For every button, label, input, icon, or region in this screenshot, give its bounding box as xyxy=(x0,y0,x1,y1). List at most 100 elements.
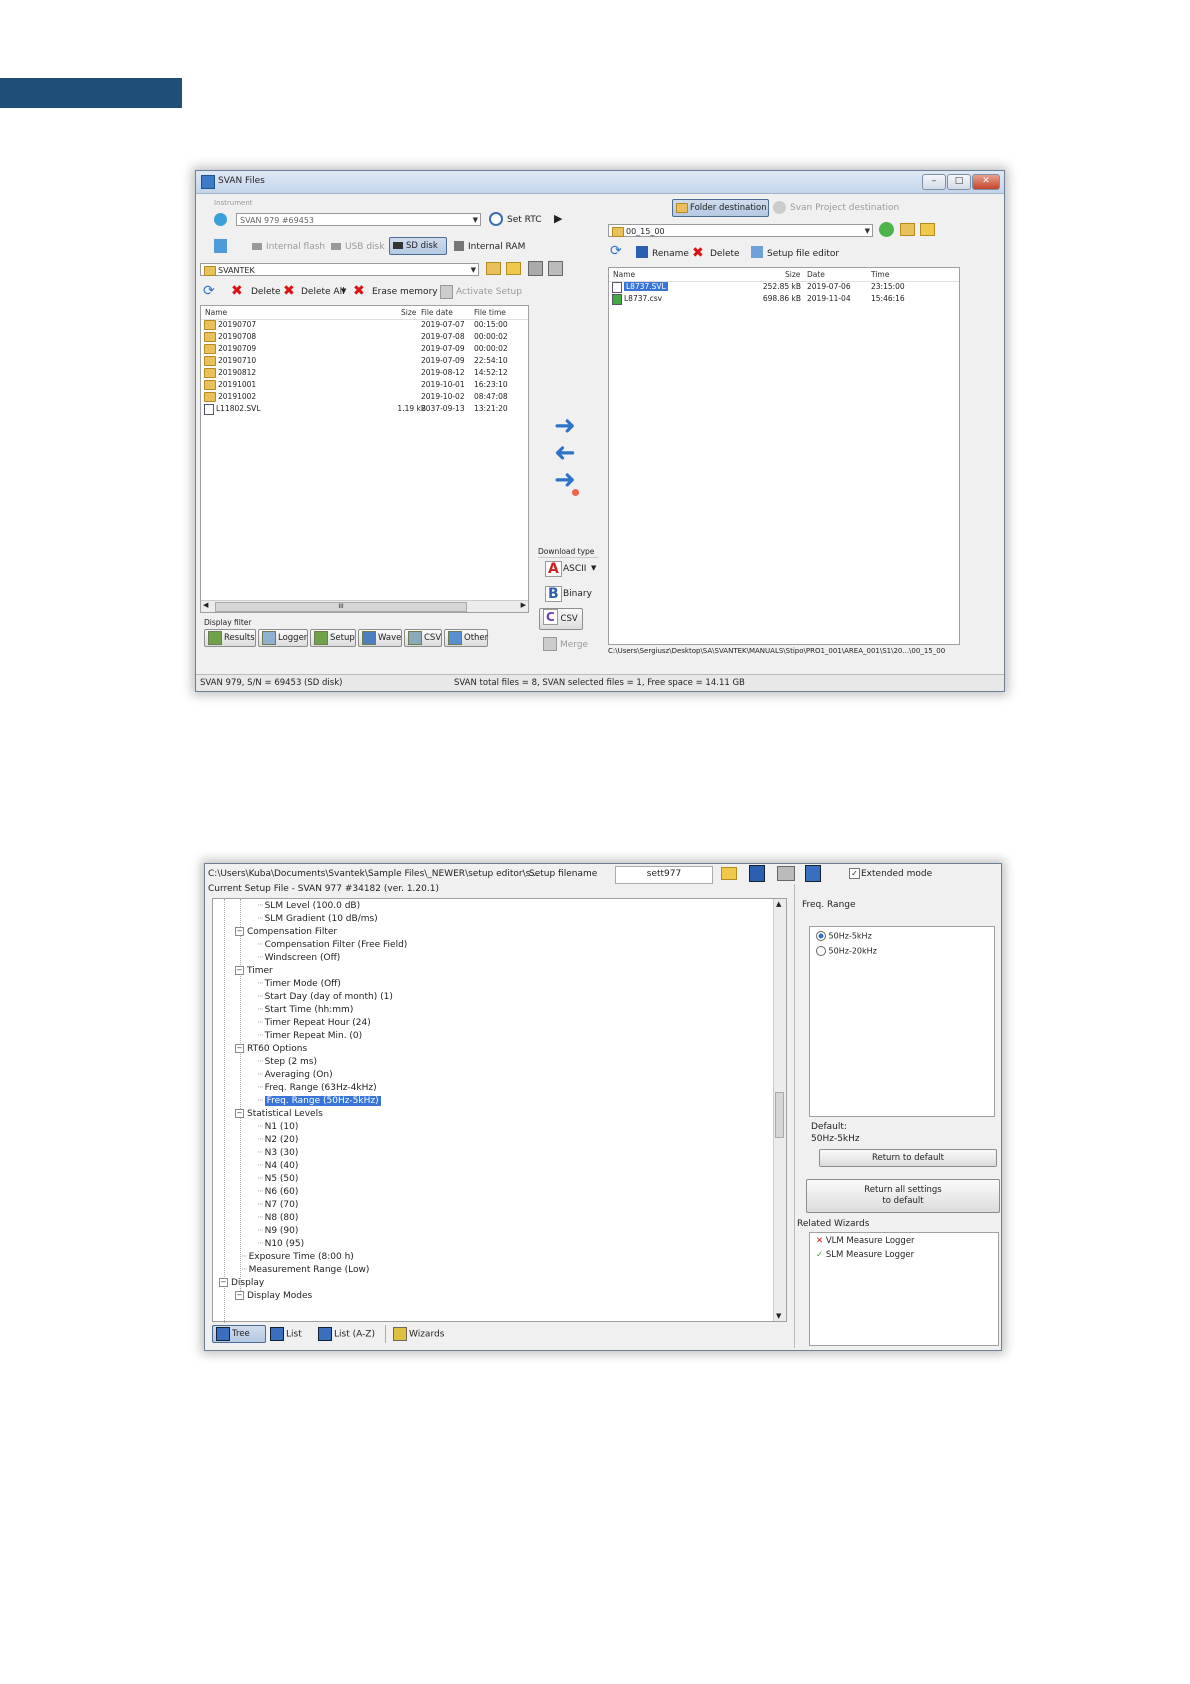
left-folder-select[interactable]: SVANTEK ▼ xyxy=(200,263,479,276)
collapse-icon[interactable]: − xyxy=(235,1044,244,1053)
folder-destination-button[interactable]: Folder destination xyxy=(672,199,769,217)
return-to-default-button[interactable]: Return to default xyxy=(819,1149,997,1167)
tree-item[interactable]: ··· N3 (30) xyxy=(257,1147,298,1160)
tree-item[interactable]: ··· Exposure Time (8:00 h) xyxy=(241,1251,354,1264)
close-button[interactable]: ✕ xyxy=(972,174,1000,190)
copy-right-arrow-icon[interactable]: ➜ xyxy=(554,413,576,439)
tree-item[interactable]: ··· Timer Repeat Hour (24) xyxy=(257,1017,371,1030)
collapse-icon[interactable]: − xyxy=(235,1109,244,1118)
right-delete-button[interactable]: Delete xyxy=(710,249,740,259)
tree-item[interactable]: ··· N5 (50) xyxy=(257,1173,298,1186)
erase-memory-button[interactable]: Erase memory xyxy=(372,287,438,297)
tree-item[interactable]: ··· Step (2 ms) xyxy=(257,1056,317,1069)
tree-item[interactable]: ··· N9 (90) xyxy=(257,1225,298,1238)
return-all-settings-button[interactable]: Return all settings to default xyxy=(806,1179,1000,1213)
csv-download-button[interactable]: C CSV xyxy=(539,608,583,630)
collapse-icon[interactable]: − xyxy=(219,1278,228,1287)
related-wizards-list[interactable]: ✕ VLM Measure Logger ✓ SLM Measure Logge… xyxy=(809,1232,999,1346)
merge-button[interactable]: Merge xyxy=(560,640,588,650)
play-icon[interactable]: ▶ xyxy=(554,212,562,225)
filter-csv-button[interactable]: CSV xyxy=(404,629,442,647)
back-icon[interactable] xyxy=(879,222,894,237)
tree-item[interactable]: ··· Freq. Range (63Hz-4kHz) xyxy=(257,1082,377,1095)
set-rtc-button[interactable]: Set RTC xyxy=(507,215,542,225)
ascii-button[interactable]: ASCII xyxy=(563,564,586,574)
tree-item[interactable]: ··· Averaging (On) xyxy=(257,1069,333,1082)
sd-disk-button[interactable]: SD disk xyxy=(389,237,447,255)
tree-item[interactable]: ··· Timer Mode (Off) xyxy=(257,978,341,991)
freq-range-options[interactable]: 50Hz-5kHz 50Hz-20kHz xyxy=(809,926,995,1117)
tree-item[interactable]: − Display xyxy=(219,1277,264,1290)
tree-item[interactable]: ··· Start Time (hh:mm) xyxy=(257,1004,353,1017)
tree-item[interactable]: ··· N7 (70) xyxy=(257,1199,298,1212)
folder-up-icon[interactable] xyxy=(900,223,915,236)
usb-disk-button[interactable]: USB disk xyxy=(345,242,384,252)
ascii-dropdown-icon[interactable]: ▼ xyxy=(591,564,596,572)
maximize-button[interactable]: □ xyxy=(947,174,971,190)
save-as-icon[interactable] xyxy=(805,865,821,882)
table-row[interactable]: L8737.csv 698.86 kB 2019-11-04 15:46:16 xyxy=(609,292,959,305)
tree-item[interactable]: ··· Windscreen (Off) xyxy=(257,952,340,965)
collapse-icon[interactable]: − xyxy=(235,927,244,936)
tab-list-az[interactable]: List (A-Z) xyxy=(318,1327,375,1341)
activate-setup-button[interactable]: Activate Setup xyxy=(456,287,522,297)
wizard-vlm-measure-logger[interactable]: ✕ VLM Measure Logger xyxy=(816,1236,915,1246)
scroll-thumb[interactable]: III xyxy=(215,602,467,612)
left-file-list[interactable]: Name Size File date File time 20190707 20… xyxy=(200,305,529,613)
internal-flash-button[interactable]: Internal flash xyxy=(266,242,325,252)
refresh-icon[interactable]: ⟳ xyxy=(203,283,215,299)
tab-list[interactable]: List xyxy=(270,1327,302,1341)
tree-item[interactable]: ··· N10 (95) xyxy=(257,1238,304,1251)
scroll-down-icon[interactable]: ▼ xyxy=(776,1312,781,1320)
delete-all-dropdown-icon[interactable]: ▼ xyxy=(341,287,346,295)
print-icon[interactable] xyxy=(777,866,795,881)
scroll-thumb[interactable] xyxy=(775,1092,784,1138)
tree-item-selected[interactable]: ··· Freq. Range (50Hz-5kHz) xyxy=(257,1095,381,1108)
filter-results-button[interactable]: Results xyxy=(204,629,256,647)
delete-all-button[interactable]: Delete All xyxy=(301,287,345,297)
scroll-right-icon[interactable]: ▶ xyxy=(521,601,526,609)
tree-item[interactable]: ··· SLM Level (100.0 dB) xyxy=(257,900,360,913)
horizontal-scrollbar[interactable]: ◀ III ▶ xyxy=(201,600,528,612)
scroll-up-icon[interactable]: ▲ xyxy=(776,900,781,908)
copy-left-arrow-icon[interactable]: ➜ xyxy=(554,438,576,468)
tree-item[interactable]: ··· Timer Repeat Min. (0) xyxy=(257,1030,362,1043)
option-50hz-20khz[interactable]: 50Hz-20kHz xyxy=(816,946,877,956)
right-folder-select[interactable]: 00_15_00 ▼ xyxy=(608,224,873,237)
tree-item[interactable]: − Display Modes xyxy=(235,1290,312,1303)
tree-item[interactable]: ··· Start Day (day of month) (1) xyxy=(257,991,393,1004)
filter-logger-button[interactable]: Logger xyxy=(258,629,308,647)
setup-file-editor-button[interactable]: Setup file editor xyxy=(767,249,839,259)
filter-wave-button[interactable]: Wave xyxy=(358,629,402,647)
new-folder-icon[interactable] xyxy=(506,262,521,275)
option-50hz-5khz[interactable]: 50Hz-5kHz xyxy=(816,931,872,941)
scroll-left-icon[interactable]: ◀ xyxy=(203,601,208,609)
save-icon[interactable] xyxy=(749,865,765,882)
tools-icon[interactable] xyxy=(528,261,543,276)
open-folder-icon[interactable] xyxy=(721,867,737,880)
internal-ram-button[interactable]: Internal RAM xyxy=(468,242,525,252)
tree-item[interactable]: ··· SLM Gradient (10 dB/ms) xyxy=(257,913,378,926)
refresh-icon[interactable]: ⟳ xyxy=(610,243,622,259)
tree-item[interactable]: − Compensation Filter xyxy=(235,926,337,939)
setup-filename-input[interactable]: sett977 xyxy=(615,866,713,884)
settings-tree[interactable]: ··· SLM Level (100.0 dB) ··· SLM Gradient … xyxy=(212,898,787,1323)
filter-setup-button[interactable]: Setup xyxy=(310,629,356,647)
rename-button[interactable]: Rename xyxy=(652,249,689,259)
tree-item[interactable]: ··· N8 (80) xyxy=(257,1212,298,1225)
filter-other-button[interactable]: Other xyxy=(444,629,488,647)
binary-button[interactable]: Binary xyxy=(563,589,592,599)
new-folder-icon[interactable] xyxy=(920,223,935,236)
tree-item[interactable]: ··· N6 (60) xyxy=(257,1186,298,1199)
tab-wizards[interactable]: Wizards xyxy=(393,1327,444,1341)
folder-up-icon[interactable] xyxy=(486,262,501,275)
tree-item[interactable]: ··· Measurement Range (Low) xyxy=(241,1264,369,1277)
minimize-button[interactable]: – xyxy=(922,174,946,190)
collapse-icon[interactable]: − xyxy=(235,1291,244,1300)
tree-item[interactable]: − RT60 Options xyxy=(235,1043,307,1056)
tree-item[interactable]: ··· N2 (20) xyxy=(257,1134,298,1147)
right-file-list[interactable]: Name Size Date Time L8737.SVL 252.85 kB 20… xyxy=(608,267,960,645)
settings-icon[interactable] xyxy=(548,261,563,276)
tab-tree[interactable]: Tree xyxy=(212,1325,266,1343)
tree-item[interactable]: ··· N1 (10) xyxy=(257,1121,298,1134)
